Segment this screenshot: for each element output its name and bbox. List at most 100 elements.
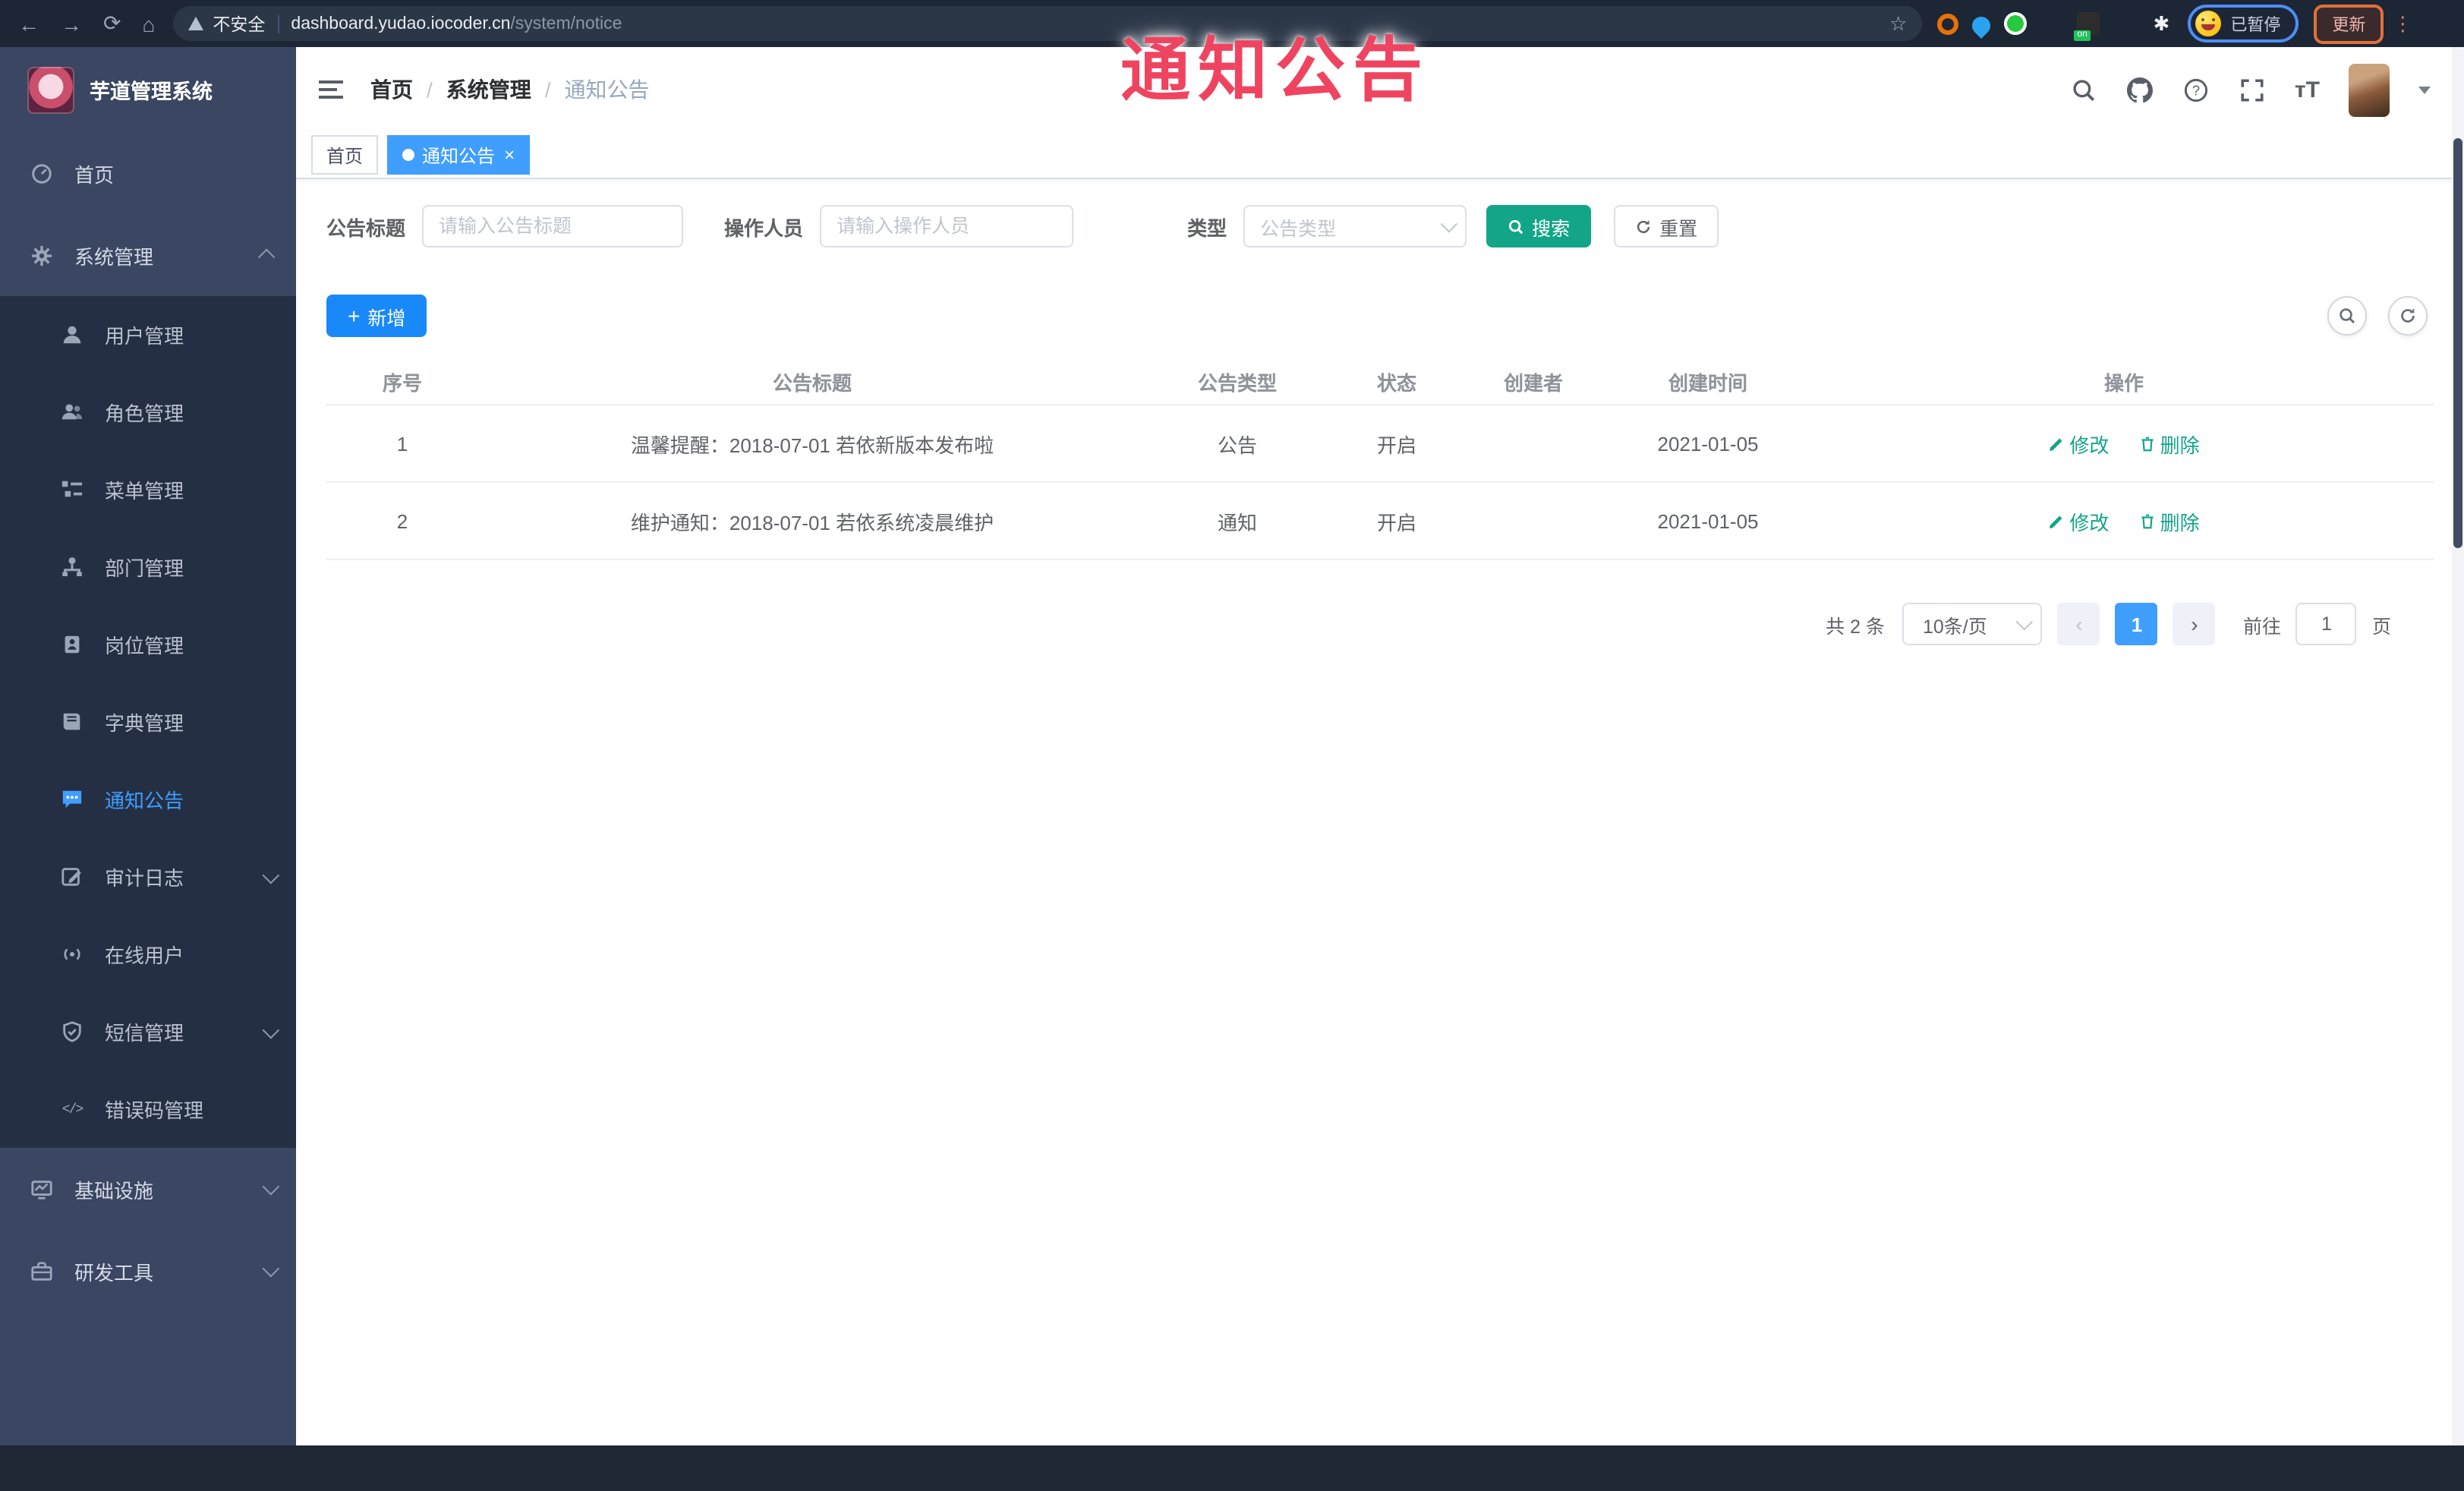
sidebar-submenu-system: 用户管理 角色管理 菜单管理 部门管理 岗位管理 字典管理 通知公告 审计日志 … bbox=[0, 296, 296, 1148]
extensions-puzzle-icon[interactable]: ✱ bbox=[2150, 12, 2173, 35]
sidebar-item-system[interactable]: 系统管理 bbox=[0, 214, 296, 296]
col-header-creator: 创建者 bbox=[1465, 358, 1602, 405]
sidebar-item-label: 菜单管理 bbox=[105, 480, 184, 503]
table-toolbar: + 新增 bbox=[326, 295, 2434, 337]
goto-page-input[interactable] bbox=[2295, 603, 2357, 645]
cell-type: 通知 bbox=[1146, 482, 1328, 560]
chevron-up-icon bbox=[257, 248, 276, 266]
avatar-caret-icon[interactable] bbox=[2418, 86, 2431, 93]
chevron-down-icon bbox=[262, 865, 280, 884]
chevron-down-icon bbox=[262, 1177, 280, 1196]
home-icon[interactable]: ⌂ bbox=[142, 11, 155, 36]
sidebar-item-notices[interactable]: 通知公告 bbox=[0, 761, 296, 838]
sidebar-item-label: 部门管理 bbox=[105, 557, 184, 580]
sidebar-logo-row[interactable]: 芋道管理系统 bbox=[0, 47, 296, 132]
tag-notices[interactable]: 通知公告 × bbox=[387, 135, 531, 175]
sidebar-item-departments[interactable]: 部门管理 bbox=[0, 528, 296, 606]
delete-link[interactable]: 删除 bbox=[2139, 506, 2200, 535]
bookmark-star-icon[interactable]: ☆ bbox=[1889, 11, 1907, 36]
edit-link[interactable]: 修改 bbox=[2048, 429, 2109, 458]
col-header-type: 公告类型 bbox=[1146, 358, 1328, 405]
edit-link[interactable]: 修改 bbox=[2048, 506, 2109, 535]
sidebar-item-devtools[interactable]: 研发工具 bbox=[0, 1230, 296, 1312]
tag-home[interactable]: 首页 bbox=[311, 135, 379, 175]
search-icon[interactable] bbox=[2070, 76, 2097, 103]
forward-icon[interactable]: → bbox=[61, 11, 82, 36]
next-page-button[interactable]: › bbox=[2173, 603, 2216, 645]
online-signal-icon bbox=[61, 943, 83, 966]
prev-page-button[interactable]: ‹ bbox=[2057, 603, 2100, 645]
sidebar-item-roles[interactable]: 角色管理 bbox=[0, 374, 296, 451]
back-icon[interactable]: ← bbox=[18, 11, 39, 36]
cell-title: 温馨提醒：2018-07-01 若依新版本发布啦 bbox=[478, 405, 1146, 483]
tag-close-icon[interactable]: × bbox=[504, 146, 515, 164]
filter-operator-label: 操作人员 bbox=[724, 216, 804, 239]
notice-title-input[interactable] bbox=[422, 205, 684, 247]
goto-unit-label: 页 bbox=[2371, 616, 2391, 637]
sidebar-item-error-codes[interactable]: </> 错误码管理 bbox=[0, 1070, 296, 1148]
add-button[interactable]: + 新增 bbox=[326, 295, 427, 337]
breadcrumb-system[interactable]: 系统管理 bbox=[446, 74, 531, 105]
sidebar-collapse-icon[interactable] bbox=[319, 80, 343, 99]
sidebar-item-audit-log[interactable]: 审计日志 bbox=[0, 838, 296, 916]
extension-pin-icon[interactable] bbox=[1968, 12, 1995, 38]
col-header-index: 序号 bbox=[326, 358, 478, 405]
table-tools bbox=[2327, 296, 2428, 336]
cell-creator bbox=[1465, 405, 1602, 483]
chrome-update-button[interactable]: 更新 bbox=[2314, 4, 2384, 43]
extension-leaf-icon[interactable] bbox=[2113, 12, 2136, 35]
address-bar[interactable]: 不安全 dashboard.yudao.iocoder.cn/system/no… bbox=[173, 6, 1923, 41]
extension-diamond-icon[interactable] bbox=[2040, 12, 2063, 35]
browser-menu-icon[interactable]: ⋮ bbox=[2393, 11, 2412, 36]
breadcrumb-home[interactable]: 首页 bbox=[370, 74, 413, 105]
delete-link[interactable]: 删除 bbox=[2139, 429, 2200, 458]
sidebar-item-users[interactable]: 用户管理 bbox=[0, 296, 296, 374]
notice-table: 序号 公告标题 公告类型 状态 创建者 创建时间 操作 1 温馨提醒：2018-… bbox=[326, 358, 2434, 560]
chevron-down-icon bbox=[262, 1020, 280, 1039]
cell-creator bbox=[1465, 482, 1602, 560]
table-header-row: 序号 公告标题 公告类型 状态 创建者 创建时间 操作 bbox=[326, 358, 2434, 405]
font-size-icon[interactable]: ᴛT bbox=[2295, 77, 2320, 102]
user-avatar[interactable] bbox=[2349, 63, 2390, 116]
sidebar-item-online-users[interactable]: 在线用户 bbox=[0, 916, 296, 993]
users-group-icon bbox=[61, 401, 83, 424]
cell-actions: 修改 删除 bbox=[1814, 405, 2434, 483]
help-icon[interactable]: ? bbox=[2182, 76, 2210, 103]
cell-status: 开启 bbox=[1328, 482, 1465, 560]
sidebar-item-label: 岗位管理 bbox=[105, 635, 184, 657]
sidebar-item-sms[interactable]: 短信管理 bbox=[0, 993, 296, 1070]
reset-button[interactable]: 重置 bbox=[1614, 205, 1719, 247]
search-button[interactable]: 搜索 bbox=[1486, 205, 1592, 247]
extension-green-icon[interactable] bbox=[2004, 12, 2028, 35]
current-page-button[interactable]: 1 bbox=[2115, 603, 2158, 645]
gear-icon bbox=[30, 244, 53, 266]
sidebar-item-menus[interactable]: 菜单管理 bbox=[0, 451, 296, 528]
sidebar-item-label: 基础设施 bbox=[74, 1179, 154, 1202]
extension-switch-icon[interactable]: on bbox=[2074, 12, 2100, 41]
fullscreen-icon[interactable] bbox=[2239, 76, 2266, 103]
extension-orange-icon[interactable] bbox=[1937, 13, 1959, 34]
book-icon bbox=[61, 711, 83, 733]
chat-bubble-icon bbox=[61, 788, 83, 811]
reload-icon[interactable]: ⟳ bbox=[103, 11, 121, 36]
shield-check-icon bbox=[61, 1020, 83, 1043]
scrollbar-thumb[interactable] bbox=[2453, 138, 2462, 548]
sidebar-item-posts[interactable]: 岗位管理 bbox=[0, 606, 296, 683]
operator-input[interactable] bbox=[820, 205, 1074, 247]
sidebar-item-infrastructure[interactable]: 基础设施 bbox=[0, 1148, 296, 1230]
sidebar-item-home[interactable]: 首页 bbox=[0, 132, 296, 214]
notice-type-select[interactable]: 公告类型 bbox=[1243, 205, 1467, 247]
toolbox-icon bbox=[30, 1259, 53, 1282]
tree-list-icon bbox=[61, 478, 83, 501]
app-title: 芋道管理系统 bbox=[90, 80, 213, 103]
svg-text:?: ? bbox=[2192, 82, 2200, 97]
page-size-select[interactable]: 10条/页 bbox=[1902, 603, 2043, 645]
refresh-button[interactable] bbox=[2388, 296, 2428, 336]
sidebar-item-label: 研发工具 bbox=[74, 1261, 154, 1284]
scrollbar-track[interactable] bbox=[2452, 47, 2464, 1445]
github-icon[interactable] bbox=[2126, 76, 2154, 103]
browser-profile-chip[interactable]: 已暂停 bbox=[2188, 5, 2299, 43]
toggle-search-button[interactable] bbox=[2327, 296, 2367, 336]
col-header-created: 创建时间 bbox=[1602, 358, 1814, 405]
sidebar-item-dicts[interactable]: 字典管理 bbox=[0, 683, 296, 761]
